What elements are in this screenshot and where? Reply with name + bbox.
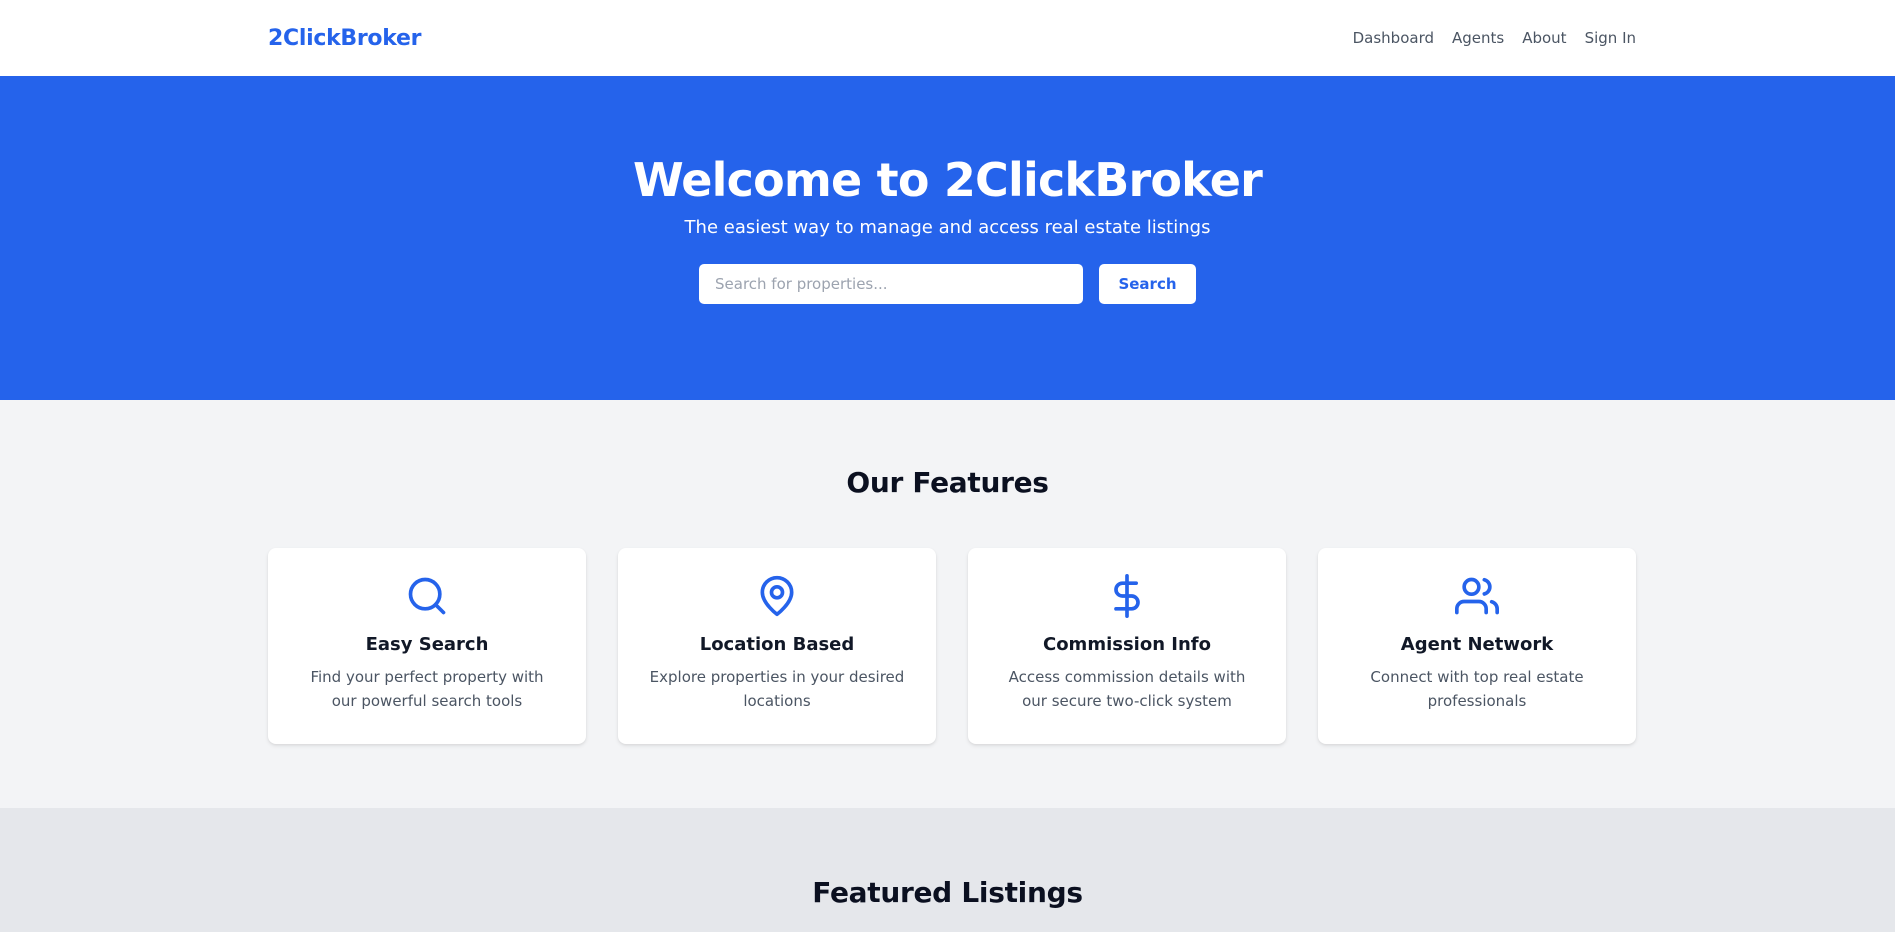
featured-listings-title: Featured Listings [812,876,1083,909]
hero-title: Welcome to 2ClickBroker [632,153,1263,207]
search-icon [405,574,449,618]
nav-link-about[interactable]: About [1522,29,1566,47]
feature-card-description: Connect with top real estate professiona… [1370,668,1584,710]
search-form: Search [699,263,1196,304]
feature-card-location-based: Location Based Explore properties in you… [618,548,936,744]
feature-card-easy-search: Easy Search Find your perfect property w… [268,548,586,744]
navbar-inner: 2ClickBroker Dashboard Agents About Sign… [268,0,1636,76]
top-navbar: 2ClickBroker Dashboard Agents About Sign… [0,0,1895,76]
feature-card-description: Explore properties in your desired locat… [649,668,905,710]
feature-card-description: Find your perfect property with our powe… [310,668,544,710]
feature-card-title: Location Based [699,634,855,655]
users-icon [1455,574,1499,618]
feature-card-title: Easy Search [365,634,489,655]
nav-link-sign-in[interactable]: Sign In [1585,29,1636,47]
dollar-icon [1105,574,1149,618]
feature-card-commission-info: Commission Info Access commission detail… [968,548,1286,744]
search-input[interactable] [699,263,1083,304]
logo-link[interactable]: 2ClickBroker [268,26,421,51]
feature-card-title: Agent Network [1400,634,1554,655]
hero-section: Welcome to 2ClickBroker The easiest way … [0,76,1895,400]
feature-card-agent-network: Agent Network Connect with top real esta… [1318,548,1636,744]
featured-listings-section: Featured Listings [0,808,1895,932]
features-title: Our Features [846,466,1049,499]
features-section: Our Features Easy Search Find your perfe… [0,400,1895,808]
hero-subtitle: The easiest way to manage and access rea… [684,216,1211,238]
feature-card-description: Access commission details with our secur… [1008,668,1246,710]
nav-links: Dashboard Agents About Sign In [1353,29,1636,47]
feature-card-title: Commission Info [1042,634,1211,655]
feature-cards: Easy Search Find your perfect property w… [268,548,1636,744]
nav-link-agents[interactable]: Agents [1452,29,1504,47]
search-button[interactable]: Search [1099,263,1196,304]
nav-link-dashboard[interactable]: Dashboard [1353,29,1434,47]
map-pin-icon [755,574,799,618]
